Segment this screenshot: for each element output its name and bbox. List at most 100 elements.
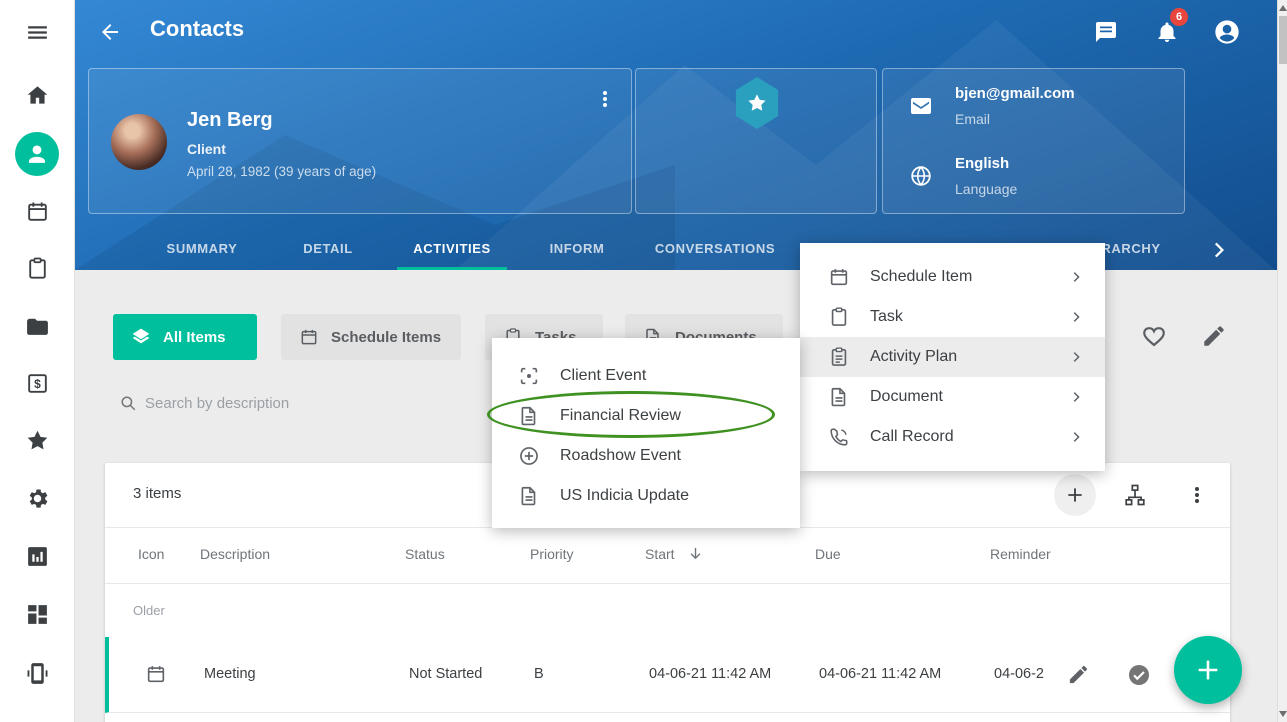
profile-photo (111, 114, 167, 170)
tab-conversations[interactable]: CONVERSATIONS (655, 241, 775, 256)
scroll-up-arrow[interactable] (1279, 5, 1287, 11)
submenu-item-label: Client Event (560, 367, 646, 385)
filter-chip-all-items[interactable]: All Items (113, 314, 257, 360)
tasks-icon[interactable] (25, 256, 50, 281)
menu-item-schedule-item[interactable]: Schedule Item (800, 257, 1105, 297)
tabs-overflow-chevron-icon[interactable] (1208, 238, 1232, 262)
contact-birthdate: April 28, 1982 (39 years of age) (187, 164, 376, 179)
fab-add-button[interactable] (1174, 636, 1242, 704)
document-icon (518, 485, 540, 507)
column-header-start[interactable]: Start (645, 546, 675, 562)
row-complete-check-icon[interactable] (1127, 663, 1151, 687)
menu-item-label: Task (870, 308, 903, 326)
document-icon (828, 386, 850, 408)
tab-inform[interactable]: INFORM (550, 241, 605, 256)
cell-description: Meeting (204, 666, 256, 682)
settings-gear-icon[interactable] (25, 486, 50, 511)
chat-icon[interactable] (1094, 20, 1118, 44)
profile-identity-card: Jen Berg Client April 28, 1982 (39 years… (88, 68, 632, 214)
submenu-item-roadshow-event[interactable]: Roadshow Event (492, 436, 800, 476)
email-icon (909, 94, 933, 118)
divider (105, 583, 1230, 584)
submenu-item-financial-review[interactable]: Financial Review (492, 396, 800, 436)
cell-due: 04-06-21 11:42 AM (819, 666, 941, 682)
folder-icon[interactable] (25, 314, 50, 339)
tab-hierarchy-partial[interactable]: RARCHY (1101, 241, 1160, 256)
submenu-item-label: US Indicia Update (560, 487, 689, 505)
column-header-status[interactable]: Status (405, 546, 445, 562)
cell-status: Not Started (409, 666, 482, 682)
hierarchy-view-icon[interactable] (1123, 483, 1147, 507)
billing-icon[interactable] (25, 371, 50, 396)
submenu-chevron-icon (1069, 349, 1085, 365)
hamburger-menu-icon[interactable] (25, 20, 50, 45)
submenu-chevron-icon (1069, 389, 1085, 405)
tab-summary[interactable]: SUMMARY (167, 241, 238, 256)
tab-activities[interactable]: ACTIVITIES (413, 241, 491, 256)
submenu-item-us-indicia-update[interactable]: US Indicia Update (492, 476, 800, 516)
left-nav-rail (0, 0, 75, 722)
profile-details-card: bjen@gmail.com Email English Language (882, 68, 1185, 214)
dashboard-icon[interactable] (25, 602, 50, 627)
new-activity-context-menu: Schedule Item Task Activity Plan Documen… (800, 243, 1105, 471)
clipboard-icon (828, 306, 850, 328)
contact-type: Client (187, 141, 226, 157)
submenu-chevron-icon (1069, 269, 1085, 285)
back-arrow-icon[interactable] (98, 20, 122, 44)
menu-item-activity-plan[interactable]: Activity Plan (800, 337, 1105, 377)
mobile-vibrate-icon[interactable] (25, 661, 50, 686)
star-hexagon-badge (733, 77, 781, 129)
column-header-priority[interactable]: Priority (530, 546, 574, 562)
language-value: English (955, 155, 1009, 172)
menu-item-call-record[interactable]: Call Record (800, 417, 1105, 457)
scroll-down-arrow[interactable] (1279, 711, 1287, 717)
card-overflow-dots-icon[interactable] (593, 87, 617, 111)
plus-circle-icon (518, 445, 540, 467)
scrollbar-thumb[interactable] (1279, 16, 1287, 64)
page-scrollbar[interactable] (1277, 0, 1287, 722)
account-avatar-icon[interactable] (1213, 18, 1241, 46)
reports-chart-icon[interactable] (25, 544, 50, 569)
edit-pencil-icon[interactable] (1201, 323, 1227, 349)
chip-label: All Items (163, 329, 226, 346)
cell-reminder: 04-06-2 (994, 666, 1060, 682)
calendar-icon[interactable] (25, 199, 50, 224)
column-header-icon[interactable]: Icon (138, 546, 164, 562)
activity-plan-submenu: Client Event Financial Review Roadshow E… (492, 338, 800, 528)
contact-header: Contacts 6 Jen Berg Client April 28, 198… (75, 0, 1277, 270)
profile-rating-card (635, 68, 877, 214)
favorite-heart-icon[interactable] (1141, 323, 1167, 349)
column-header-reminder[interactable]: Reminder (990, 546, 1051, 562)
calendar-icon (299, 327, 319, 347)
globe-icon (909, 164, 933, 188)
clipboard-list-icon (828, 346, 850, 368)
add-activity-button[interactable] (1054, 474, 1096, 516)
menu-item-document[interactable]: Document (800, 377, 1105, 417)
menu-item-task[interactable]: Task (800, 297, 1105, 337)
calendar-icon (828, 266, 850, 288)
language-label: Language (955, 181, 1017, 197)
sort-descending-arrow-icon[interactable] (687, 545, 704, 562)
column-header-due[interactable]: Due (815, 546, 841, 562)
notification-badge: 6 (1170, 8, 1188, 26)
filter-chip-schedule-items[interactable]: Schedule Items (281, 314, 461, 360)
table-overflow-dots-icon[interactable] (1185, 483, 1209, 507)
table-row-meeting[interactable]: Meeting Not Started B 04-06-21 11:42 AM … (105, 637, 1230, 713)
menu-item-label: Call Record (870, 428, 954, 446)
cell-priority: B (534, 666, 544, 682)
row-calendar-icon (145, 663, 167, 685)
chip-label: Schedule Items (331, 329, 441, 346)
column-header-description[interactable]: Description (200, 546, 270, 562)
star-icon[interactable] (25, 428, 50, 453)
tab-detail[interactable]: DETAIL (303, 241, 353, 256)
home-icon[interactable] (25, 83, 50, 108)
group-row-older[interactable]: Older (133, 603, 165, 618)
menu-item-label: Activity Plan (870, 348, 957, 366)
cell-start: 04-06-21 11:42 AM (649, 666, 771, 682)
contacts-icon-active[interactable] (15, 132, 59, 176)
phone-icon (828, 426, 850, 448)
layers-icon (131, 327, 151, 347)
email-value: bjen@gmail.com (955, 85, 1075, 102)
row-edit-pencil-icon[interactable] (1067, 663, 1090, 686)
submenu-item-client-event[interactable]: Client Event (492, 356, 800, 396)
